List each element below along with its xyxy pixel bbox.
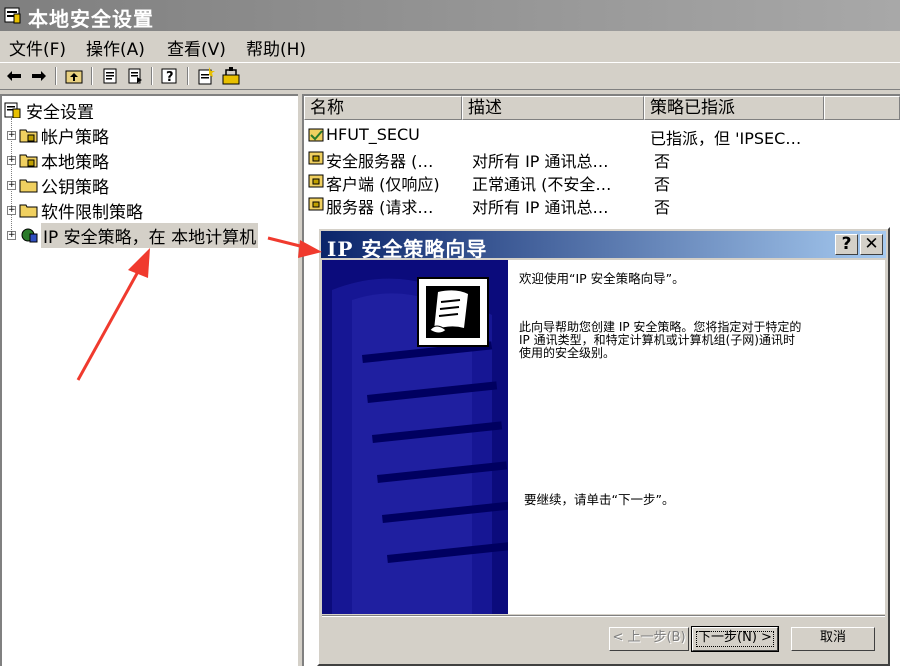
toolbar-separator bbox=[91, 67, 93, 85]
policy-icon bbox=[308, 128, 324, 142]
folder-icon bbox=[19, 129, 38, 143]
column-header-empty bbox=[824, 96, 900, 120]
toolbar-separator bbox=[151, 67, 153, 85]
menu-view[interactable]: 查看(V) bbox=[167, 35, 226, 60]
wizard-continue-hint: 要继续，请单击“下一步”。 bbox=[524, 492, 675, 507]
expand-icon[interactable]: + bbox=[7, 155, 16, 165]
menu-bar: 文件(F) 操作(A) 查看(V) 帮助(H) bbox=[0, 33, 900, 60]
list-item[interactable]: 客户端 (仅响应) 正常通讯 (不安全… 否 bbox=[308, 171, 898, 194]
help-icon[interactable]: ? bbox=[160, 67, 180, 85]
next-button[interactable]: 下一步(N) > bbox=[691, 626, 779, 652]
list-item[interactable]: HFUT_SECU 已指派，但 'IPSEC… bbox=[308, 125, 898, 148]
tree-item-label: 帐户策略 bbox=[41, 127, 109, 148]
column-header-description[interactable]: 描述 bbox=[462, 96, 644, 120]
tree-item-software-restriction[interactable]: + 软件限制策略 bbox=[7, 199, 143, 223]
properties-icon[interactable] bbox=[100, 67, 120, 85]
column-header-name[interactable]: 名称 bbox=[304, 96, 462, 120]
wizard-description-3: 使用的安全级别。 bbox=[519, 346, 616, 360]
toolbar-separator bbox=[55, 67, 57, 85]
wizard-banner bbox=[322, 260, 508, 614]
list-item[interactable]: 服务器 (请求… 对所有 IP 通讯总… 否 bbox=[308, 194, 898, 217]
column-header-assigned[interactable]: 策略已指派 bbox=[644, 96, 824, 120]
tree-item-public-key-policy[interactable]: + 公钥策略 bbox=[7, 174, 109, 198]
expand-icon[interactable]: + bbox=[7, 130, 16, 140]
tree-item-label: IP 安全策略，在 本地计算机 bbox=[41, 222, 259, 248]
console-tree[interactable]: 安全设置 + 帐户策略 + 本地策略 + 公钥策略 + 软件限制策略 + IP … bbox=[0, 94, 298, 666]
policy-icon bbox=[308, 197, 324, 211]
folder-icon bbox=[19, 154, 38, 168]
toolbar: ? bbox=[0, 62, 900, 90]
expand-icon[interactable]: + bbox=[7, 205, 16, 215]
ip-security-policy-wizard[interactable]: IP 安全策略向导 ? ✕ 欢迎使用“IP 安全策略向导”。 此向导帮助您创建 … bbox=[317, 227, 890, 666]
dialog-title-bar[interactable]: IP 安全策略向导 ? ✕ bbox=[321, 231, 886, 261]
tree-root[interactable]: 安全设置 bbox=[4, 99, 94, 123]
window-title: 本地安全设置 bbox=[28, 7, 154, 31]
tree-root-label: 安全设置 bbox=[26, 102, 94, 123]
dialog-separator bbox=[322, 615, 885, 617]
back-button[interactable]: < 上一步(B) bbox=[609, 627, 689, 651]
focus-rect bbox=[696, 631, 774, 647]
scroll-icon bbox=[417, 277, 489, 347]
new-policy-icon[interactable] bbox=[196, 67, 216, 85]
forward-icon[interactable] bbox=[29, 67, 49, 85]
security-settings-icon bbox=[4, 102, 21, 118]
back-icon[interactable] bbox=[4, 67, 24, 85]
toolbar-separator bbox=[187, 67, 189, 85]
window-title-bar[interactable]: 本地安全设置 bbox=[0, 0, 900, 31]
policy-icon bbox=[308, 174, 324, 188]
expand-icon[interactable]: + bbox=[7, 230, 16, 240]
wizard-welcome: 欢迎使用“IP 安全策略向导”。 bbox=[519, 271, 685, 286]
export-list-icon[interactable] bbox=[125, 67, 145, 85]
menu-file[interactable]: 文件(F) bbox=[9, 35, 66, 60]
folder-icon bbox=[19, 204, 38, 218]
svg-text:?: ? bbox=[166, 70, 174, 84]
local-security-settings-icon bbox=[4, 7, 21, 24]
tree-item-ip-security[interactable]: + IP 安全策略，在 本地计算机 bbox=[7, 222, 259, 248]
tree-item-account-policy[interactable]: + 帐户策略 bbox=[7, 124, 109, 148]
menu-help[interactable]: 帮助(H) bbox=[246, 35, 306, 60]
ip-security-icon bbox=[21, 228, 38, 243]
wizard-watermark bbox=[322, 260, 508, 614]
tree-item-label: 软件限制策略 bbox=[41, 202, 143, 223]
cancel-button[interactable]: 取消 bbox=[791, 627, 875, 651]
policy-icon bbox=[308, 151, 324, 165]
expand-icon[interactable]: + bbox=[7, 180, 16, 190]
wizard-body: 欢迎使用“IP 安全策略向导”。 此向导帮助您创建 IP 安全策略。您将指定对于… bbox=[322, 260, 885, 614]
dialog-title: IP 安全策略向导 bbox=[327, 237, 488, 261]
menu-action[interactable]: 操作(A) bbox=[86, 35, 145, 60]
help-button[interactable]: ? bbox=[835, 234, 858, 255]
close-button[interactable]: ✕ bbox=[860, 234, 883, 255]
list-item[interactable]: 安全服务器 (… 对所有 IP 通讯总… 否 bbox=[308, 148, 898, 171]
tree-item-local-policy[interactable]: + 本地策略 bbox=[7, 149, 109, 173]
manage-filters-icon[interactable] bbox=[221, 67, 241, 85]
up-folder-icon[interactable] bbox=[64, 67, 84, 85]
folder-icon bbox=[19, 179, 38, 193]
tree-item-label: 公钥策略 bbox=[41, 177, 109, 198]
tree-item-label: 本地策略 bbox=[41, 152, 109, 173]
